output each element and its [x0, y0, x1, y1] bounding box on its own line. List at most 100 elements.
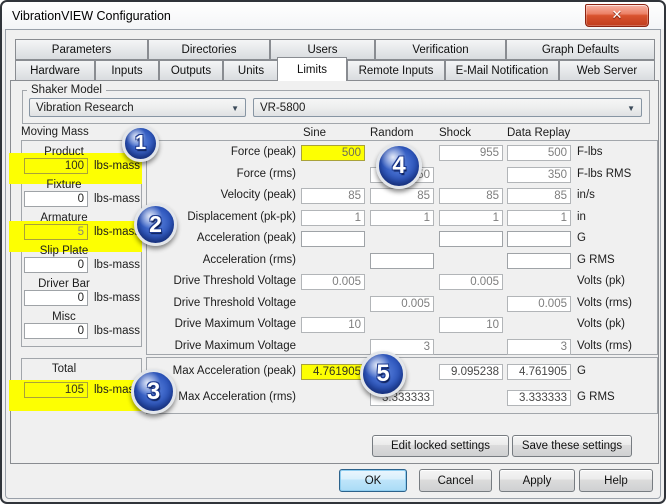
total-label: Total: [23, 363, 105, 375]
acceleration-rms-data-replay-field[interactable]: [507, 253, 571, 269]
acceleration-rms-unit: G RMS: [577, 254, 615, 266]
column-header-random: Random: [370, 127, 413, 139]
velocity-peak-label: Velocity (peak): [146, 188, 296, 204]
shaker-model-dropdown[interactable]: VR-5800 ▼: [253, 98, 642, 117]
drive-maximum-rms-label: Drive Maximum Voltage: [146, 339, 296, 355]
velocity-peak-data-replay-field: 85: [507, 188, 571, 204]
drive-threshold-pk-sine-field: 0.005: [301, 274, 365, 290]
max-acceleration-peak-data-replay-field: 4.761905: [507, 364, 571, 380]
max-acceleration-peak-shock-field: 9.095238: [439, 364, 503, 380]
driver-bar-label: Driver Bar: [23, 278, 105, 290]
drive-maximum-pk-unit: Volts (pk): [577, 318, 625, 330]
shaker-vendor-dropdown[interactable]: Vibration Research ▼: [29, 98, 246, 117]
shaker-model-value: VR-5800: [260, 102, 305, 114]
acceleration-peak-sine-field[interactable]: [301, 231, 365, 247]
acceleration-peak-data-replay-field[interactable]: [507, 231, 571, 247]
tab-remote-inputs[interactable]: Remote Inputs: [347, 60, 445, 81]
force-peak-label: Force (peak): [146, 145, 296, 161]
column-header-shock: Shock: [439, 127, 471, 139]
total-field: 105: [24, 382, 88, 398]
tab-directories[interactable]: Directories: [148, 39, 270, 60]
tab-outputs[interactable]: Outputs: [159, 60, 223, 81]
velocity-peak-random-field: 85: [370, 188, 434, 204]
armature-unit: lbs-mass: [94, 226, 140, 238]
displacement-shock-field: 1: [439, 210, 503, 226]
dialog-window: VibrationVIEW Configuration ✕ Parameters…: [0, 0, 666, 504]
shaker-vendor-value: Vibration Research: [36, 102, 134, 114]
callout-badge-4: 4: [376, 143, 422, 189]
edit-locked-settings-button[interactable]: Edit locked settings: [372, 435, 509, 457]
max-acceleration-rms-data-replay-field: 3.333333: [507, 390, 571, 406]
force-rms-data-replay-field: 350: [507, 167, 571, 183]
drive-maximum-pk-label: Drive Maximum Voltage: [146, 317, 296, 333]
help-button[interactable]: Help: [579, 469, 653, 492]
chevron-down-icon: ▼: [231, 104, 239, 113]
fixture-field[interactable]: 0: [24, 191, 88, 207]
slip-plate-label: Slip Plate: [23, 245, 105, 257]
force-rms-unit: F-lbs RMS: [577, 168, 631, 180]
tab-parameters[interactable]: Parameters: [15, 39, 148, 60]
force-rms-label: Force (rms): [146, 167, 296, 183]
misc-unit: lbs-mass: [94, 325, 140, 337]
drive-maximum-rms-data-replay-field: 3: [507, 339, 571, 355]
tab-hardware[interactable]: Hardware: [15, 60, 95, 81]
save-these-settings-button[interactable]: Save these settings: [512, 435, 632, 457]
ok-button[interactable]: OK: [339, 469, 407, 492]
force-peak-sine-field[interactable]: 500: [301, 145, 365, 161]
callout-badge-3: 3: [131, 369, 176, 414]
tab-email-notification[interactable]: E-Mail Notification: [445, 60, 559, 81]
tab-verification[interactable]: Verification: [375, 39, 506, 60]
apply-button[interactable]: Apply: [499, 469, 575, 492]
drive-threshold-rms-data-replay-field: 0.005: [507, 296, 571, 312]
drive-threshold-pk-label: Drive Threshold Voltage: [146, 274, 296, 290]
tab-limits-active[interactable]: Limits: [277, 57, 347, 81]
title-bar: VibrationVIEW Configuration: [2, 2, 664, 29]
armature-field: 5: [24, 224, 88, 240]
drive-threshold-rms-random-field: 0.005: [370, 296, 434, 312]
max-acceleration-rms-unit: G RMS: [577, 391, 615, 403]
displacement-data-replay-field: 1: [507, 210, 571, 226]
drive-threshold-pk-unit: Volts (pk): [577, 275, 625, 287]
velocity-peak-unit: in/s: [577, 189, 595, 201]
displacement-unit: in: [577, 211, 586, 223]
acceleration-rms-random-field[interactable]: [370, 253, 434, 269]
misc-field[interactable]: 0: [24, 323, 88, 339]
driver-bar-unit: lbs-mass: [94, 292, 140, 304]
product-label: Product: [23, 146, 105, 158]
product-field[interactable]: 100: [24, 158, 88, 174]
tab-graph-defaults[interactable]: Graph Defaults: [506, 39, 655, 60]
drive-threshold-rms-unit: Volts (rms): [577, 297, 632, 309]
shaker-model-label: Shaker Model: [27, 84, 106, 96]
force-peak-shock-field: 955: [439, 145, 503, 161]
column-header-data-replay: Data Replay: [507, 127, 570, 139]
slip-plate-unit: lbs-mass: [94, 259, 140, 271]
cancel-button[interactable]: Cancel: [419, 469, 492, 492]
close-icon[interactable]: ✕: [585, 4, 649, 27]
callout-badge-5: 5: [360, 351, 406, 397]
force-peak-data-replay-field: 500: [507, 145, 571, 161]
column-header-sine: Sine: [303, 127, 326, 139]
tab-web-server[interactable]: Web Server: [559, 60, 655, 81]
displacement-sine-field: 1: [301, 210, 365, 226]
slip-plate-field[interactable]: 0: [24, 257, 88, 273]
acceleration-peak-shock-field[interactable]: [439, 231, 503, 247]
drive-maximum-pk-shock-field: 10: [439, 317, 503, 333]
velocity-peak-sine-field: 85: [301, 188, 365, 204]
fixture-unit: lbs-mass: [94, 193, 140, 205]
chevron-down-icon: ▼: [627, 104, 635, 113]
tab-units[interactable]: Units: [223, 60, 279, 81]
window-title: VibrationVIEW Configuration: [12, 9, 171, 23]
velocity-peak-shock-field: 85: [439, 188, 503, 204]
driver-bar-field[interactable]: 0: [24, 290, 88, 306]
force-peak-unit: F-lbs: [577, 146, 603, 158]
misc-label: Misc: [23, 311, 105, 323]
displacement-random-field: 1: [370, 210, 434, 226]
tab-inputs[interactable]: Inputs: [95, 60, 159, 81]
max-acceleration-peak-sine-field: 4.761905: [301, 364, 365, 380]
moving-mass-section-label: Moving Mass: [21, 126, 89, 138]
drive-threshold-pk-shock-field: 0.005: [439, 274, 503, 290]
callout-badge-1: 1: [122, 125, 159, 162]
callout-badge-2: 2: [134, 203, 177, 246]
product-unit: lbs-mass: [94, 160, 140, 172]
drive-maximum-pk-sine-field: 10: [301, 317, 365, 333]
